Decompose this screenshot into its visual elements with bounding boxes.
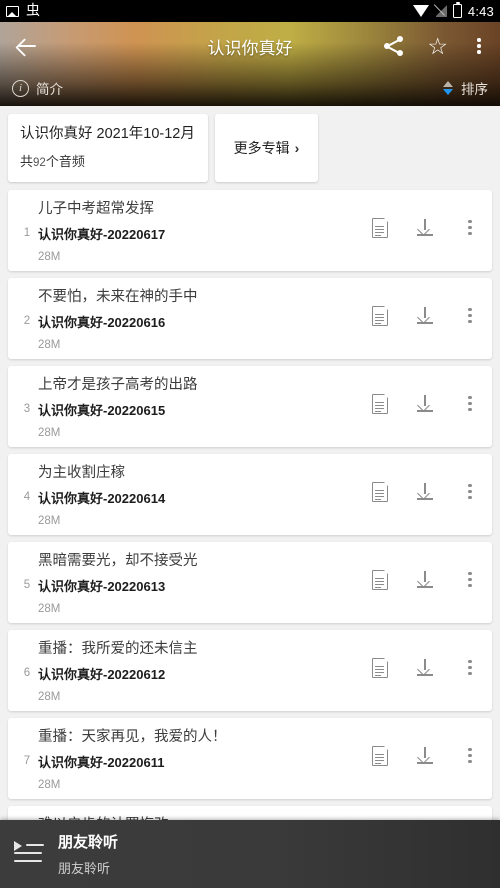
episode-actions	[372, 570, 478, 590]
episode-index: 2	[20, 315, 34, 327]
sort-label: 排序	[461, 78, 488, 98]
status-bar-left: 虫	[6, 4, 40, 18]
download-icon[interactable]	[415, 746, 435, 766]
info-circle-icon: i	[12, 80, 29, 97]
episode-title: 黑暗需要光，却不接受光	[38, 553, 480, 570]
episode-size: 28M	[38, 251, 480, 264]
episode-more-vertical-icon[interactable]	[462, 394, 478, 414]
star-outline-icon[interactable]: ☆	[427, 35, 448, 57]
mini-player-subtitle: 朋友聆听	[58, 858, 118, 877]
album-count-suffix: 个音频	[46, 154, 85, 169]
document-icon[interactable]	[372, 306, 388, 326]
episode-title: 为主收割庄稼	[38, 465, 480, 482]
playlist-play-icon[interactable]	[14, 841, 44, 867]
episode-title: 重播：我所爱的还未信主	[38, 641, 480, 658]
album-count-prefix: 共	[20, 154, 33, 169]
document-icon[interactable]	[372, 482, 388, 502]
episode-size: 28M	[38, 339, 480, 352]
download-icon[interactable]	[415, 394, 435, 414]
album-info-card[interactable]: 认识你真好 2021年10-12月 共92个音频	[8, 114, 208, 182]
no-signal-icon	[435, 5, 447, 17]
episode-more-vertical-icon[interactable]	[462, 658, 478, 678]
share-icon[interactable]	[383, 35, 405, 57]
document-icon[interactable]	[372, 746, 388, 766]
episode-more-vertical-icon[interactable]	[462, 570, 478, 590]
intro-button[interactable]: i 简介	[12, 78, 63, 98]
episode-index: 7	[20, 755, 34, 767]
album-strip: 认识你真好 2021年10-12月 共92个音频 更多专辑 ›	[0, 106, 500, 187]
episode-actions	[372, 218, 478, 238]
episode-row[interactable]: 2不要怕，未来在神的手中认识你真好-2022061628M	[8, 278, 492, 359]
album-count-value: 92	[33, 157, 46, 169]
mini-player-texts: 朋友聆听 朋友聆听	[58, 831, 118, 877]
episode-row[interactable]: 1儿子中考超常发挥认识你真好-2022061728M	[8, 190, 492, 271]
album-title: 认识你真好 2021年10-12月	[20, 125, 196, 145]
download-icon[interactable]	[415, 482, 435, 502]
download-icon[interactable]	[415, 218, 435, 238]
header-toolbar: ☆	[0, 22, 500, 70]
episode-actions	[372, 394, 478, 414]
episode-title: 上帝才是孩子高考的出路	[38, 377, 480, 394]
document-icon[interactable]	[372, 218, 388, 238]
document-icon[interactable]	[372, 570, 388, 590]
episode-more-vertical-icon[interactable]	[462, 482, 478, 502]
header-more-vertical-icon[interactable]	[470, 35, 488, 57]
episode-index: 1	[20, 227, 34, 239]
episode-size: 28M	[38, 427, 480, 440]
sort-arrows-icon	[443, 80, 454, 96]
document-icon[interactable]	[372, 658, 388, 678]
app-header: 认识你真好 ☆ i 简介 排序	[0, 22, 500, 106]
status-bar-right: 4:43	[413, 4, 494, 19]
episode-actions	[372, 306, 478, 326]
episode-actions	[372, 746, 478, 766]
episode-row[interactable]: 4为主收割庄稼认识你真好-2022061428M	[8, 454, 492, 535]
wifi-icon	[413, 5, 429, 17]
episode-row[interactable]: 7重播：天家再见，我爱的人！认识你真好-2022061128M	[8, 718, 492, 799]
episode-more-vertical-icon[interactable]	[462, 746, 478, 766]
episode-size: 28M	[38, 691, 480, 704]
mini-player-title: 朋友聆听	[58, 831, 118, 852]
more-albums-button[interactable]: 更多专辑 ›	[215, 114, 318, 182]
episode-row[interactable]: 3上帝才是孩子高考的出路认识你真好-2022061528M	[8, 366, 492, 447]
episode-index: 3	[20, 403, 34, 415]
header-subtoolbar: i 简介 排序	[0, 70, 500, 106]
episode-index: 6	[20, 667, 34, 679]
episode-title: 不要怕，未来在神的手中	[38, 289, 480, 306]
more-albums-label: 更多专辑	[234, 138, 290, 158]
battery-charging-icon	[453, 4, 462, 18]
back-arrow-icon[interactable]	[12, 31, 42, 61]
episode-size: 28M	[38, 515, 480, 528]
episode-size: 28M	[38, 779, 480, 792]
episode-list[interactable]: 1儿子中考超常发挥认识你真好-2022061728M2不要怕，未来在神的手中认识…	[0, 187, 500, 887]
status-bar: 虫 4:43	[0, 0, 500, 22]
episode-more-vertical-icon[interactable]	[462, 306, 478, 326]
sort-button[interactable]: 排序	[443, 78, 488, 98]
app-root: 虫 4:43 认识你真好 ☆ i 简介	[0, 0, 500, 888]
episode-actions	[372, 658, 478, 678]
episode-more-vertical-icon[interactable]	[462, 218, 478, 238]
download-icon[interactable]	[415, 658, 435, 678]
document-icon[interactable]	[372, 394, 388, 414]
episode-row[interactable]: 5黑暗需要光，却不接受光认识你真好-2022061328M	[8, 542, 492, 623]
status-bar-clock: 4:43	[468, 4, 494, 19]
episode-index: 4	[20, 491, 34, 503]
episode-row[interactable]: 6重播：我所爱的还未信主认识你真好-2022061228M	[8, 630, 492, 711]
episode-actions	[372, 482, 478, 502]
chevron-right-icon: ›	[295, 140, 300, 156]
episode-title: 儿子中考超常发挥	[38, 201, 480, 218]
download-icon[interactable]	[415, 570, 435, 590]
episode-title: 重播：天家再见，我爱的人！	[38, 729, 480, 746]
album-count: 共92个音频	[20, 151, 196, 170]
intro-label: 简介	[36, 78, 63, 98]
mini-player-bar[interactable]: 朋友聆听 朋友聆听	[0, 820, 500, 888]
episode-size: 28M	[38, 603, 480, 616]
screenshot-image-icon	[6, 6, 19, 17]
episode-index: 5	[20, 579, 34, 591]
download-icon[interactable]	[415, 306, 435, 326]
header-actions: ☆	[383, 35, 488, 57]
bug-icon: 虫	[26, 4, 40, 18]
